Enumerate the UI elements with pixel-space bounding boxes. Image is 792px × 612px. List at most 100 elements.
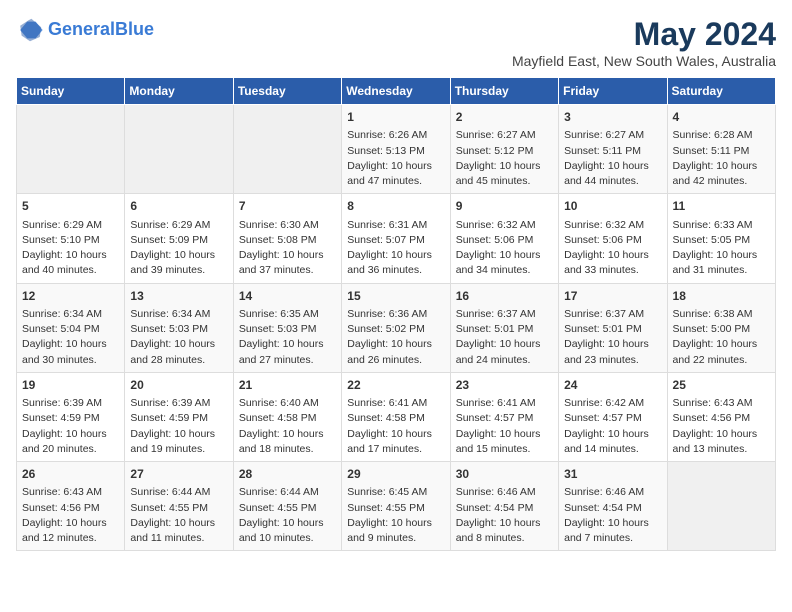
day-number: 1 [347,109,444,126]
calendar-cell: 23 Sunrise: 6:41 AM Sunset: 4:57 PM Dayli… [450,372,558,461]
cell-content: Sunrise: 6:44 AM Sunset: 4:55 PM Dayligh… [130,485,227,546]
cell-content: Sunrise: 6:34 AM Sunset: 5:03 PM Dayligh… [130,307,227,368]
calendar-cell: 25 Sunrise: 6:43 AM Sunset: 4:56 PM Dayli… [667,372,775,461]
calendar-cell: 21 Sunrise: 6:40 AM Sunset: 4:58 PM Dayli… [233,372,341,461]
calendar-cell: 16Sunrise: 6:37 AM Sunset: 5:01 PM Dayli… [450,283,558,372]
calendar-cell: 19Sunrise: 6:39 AM Sunset: 4:59 PM Dayli… [17,372,125,461]
calendar-cell: 8 Sunrise: 6:31 AM Sunset: 5:07 PM Daylig… [342,194,450,283]
day-number: 27 [130,466,227,483]
cell-content: Sunrise: 6:46 AM Sunset: 4:54 PM Dayligh… [564,485,661,546]
day-number: 11 [673,198,770,215]
calendar-cell: 2 Sunrise: 6:27 AM Sunset: 5:12 PM Daylig… [450,105,558,194]
calendar-cell: 26 Sunrise: 6:43 AM Sunset: 4:56 PM Dayli… [17,462,125,551]
day-number: 15 [347,288,444,305]
calendar-cell: 31Sunrise: 6:46 AM Sunset: 4:54 PM Dayli… [559,462,667,551]
cell-content: Sunrise: 6:38 AM Sunset: 5:00 PM Dayligh… [673,307,770,368]
cell-content: Sunrise: 6:35 AM Sunset: 5:03 PM Dayligh… [239,307,336,368]
calendar-cell: 9 Sunrise: 6:32 AM Sunset: 5:06 PM Daylig… [450,194,558,283]
day-number: 2 [456,109,553,126]
calendar-cell: 20 Sunrise: 6:39 AM Sunset: 4:59 PM Dayli… [125,372,233,461]
header: GeneralBlue May 2024 Mayfield East, New … [16,16,776,69]
cell-content: Sunrise: 6:32 AM Sunset: 5:06 PM Dayligh… [564,218,661,279]
cell-content: Sunrise: 6:31 AM Sunset: 5:07 PM Dayligh… [347,218,444,279]
day-number: 6 [130,198,227,215]
day-number: 5 [22,198,119,215]
day-number: 29 [347,466,444,483]
cell-content: Sunrise: 6:27 AM Sunset: 5:11 PM Dayligh… [564,128,661,189]
day-number: 18 [673,288,770,305]
cell-content: Sunrise: 6:41 AM Sunset: 4:58 PM Dayligh… [347,396,444,457]
calendar-title: May 2024 [512,16,776,53]
col-header-monday: Monday [125,78,233,105]
day-number: 12 [22,288,119,305]
col-header-thursday: Thursday [450,78,558,105]
day-number: 20 [130,377,227,394]
calendar-cell: 29 Sunrise: 6:45 AM Sunset: 4:55 PM Dayli… [342,462,450,551]
calendar-cell: 15 Sunrise: 6:36 AM Sunset: 5:02 PM Dayli… [342,283,450,372]
cell-content: Sunrise: 6:36 AM Sunset: 5:02 PM Dayligh… [347,307,444,368]
day-number: 16 [456,288,553,305]
calendar-cell: 14 Sunrise: 6:35 AM Sunset: 5:03 PM Dayli… [233,283,341,372]
day-number: 23 [456,377,553,394]
calendar-cell: 27 Sunrise: 6:44 AM Sunset: 4:55 PM Dayli… [125,462,233,551]
cell-content: Sunrise: 6:26 AM Sunset: 5:13 PM Dayligh… [347,128,444,189]
day-number: 14 [239,288,336,305]
week-row-1: 1 Sunrise: 6:26 AM Sunset: 5:13 PM Daylig… [17,105,776,194]
col-header-tuesday: Tuesday [233,78,341,105]
week-row-2: 5Sunrise: 6:29 AM Sunset: 5:10 PM Daylig… [17,194,776,283]
cell-content: Sunrise: 6:42 AM Sunset: 4:57 PM Dayligh… [564,396,661,457]
cell-content: Sunrise: 6:46 AM Sunset: 4:54 PM Dayligh… [456,485,553,546]
calendar-cell: 3 Sunrise: 6:27 AM Sunset: 5:11 PM Daylig… [559,105,667,194]
cell-content: Sunrise: 6:33 AM Sunset: 5:05 PM Dayligh… [673,218,770,279]
calendar-table: SundayMondayTuesdayWednesdayThursdayFrid… [16,77,776,551]
day-number: 25 [673,377,770,394]
calendar-cell: 12Sunrise: 6:34 AM Sunset: 5:04 PM Dayli… [17,283,125,372]
day-number: 30 [456,466,553,483]
col-header-wednesday: Wednesday [342,78,450,105]
cell-content: Sunrise: 6:43 AM Sunset: 4:56 PM Dayligh… [22,485,119,546]
cell-content: Sunrise: 6:32 AM Sunset: 5:06 PM Dayligh… [456,218,553,279]
calendar-cell: 10Sunrise: 6:32 AM Sunset: 5:06 PM Dayli… [559,194,667,283]
calendar-cell: 11 Sunrise: 6:33 AM Sunset: 5:05 PM Dayli… [667,194,775,283]
day-number: 7 [239,198,336,215]
cell-content: Sunrise: 6:44 AM Sunset: 4:55 PM Dayligh… [239,485,336,546]
calendar-cell: 1 Sunrise: 6:26 AM Sunset: 5:13 PM Daylig… [342,105,450,194]
logo-line1: General [48,19,115,39]
day-number: 4 [673,109,770,126]
cell-content: Sunrise: 6:39 AM Sunset: 4:59 PM Dayligh… [130,396,227,457]
cell-content: Sunrise: 6:29 AM Sunset: 5:09 PM Dayligh… [130,218,227,279]
day-number: 9 [456,198,553,215]
cell-content: Sunrise: 6:43 AM Sunset: 4:56 PM Dayligh… [673,396,770,457]
calendar-cell [233,105,341,194]
cell-content: Sunrise: 6:41 AM Sunset: 4:57 PM Dayligh… [456,396,553,457]
calendar-cell: 4Sunrise: 6:28 AM Sunset: 5:11 PM Daylig… [667,105,775,194]
day-number: 22 [347,377,444,394]
cell-content: Sunrise: 6:30 AM Sunset: 5:08 PM Dayligh… [239,218,336,279]
calendar-cell [667,462,775,551]
cell-content: Sunrise: 6:27 AM Sunset: 5:12 PM Dayligh… [456,128,553,189]
day-number: 3 [564,109,661,126]
calendar-cell: 6 Sunrise: 6:29 AM Sunset: 5:09 PM Daylig… [125,194,233,283]
calendar-cell: 13 Sunrise: 6:34 AM Sunset: 5:03 PM Dayli… [125,283,233,372]
calendar-header-row: SundayMondayTuesdayWednesdayThursdayFrid… [17,78,776,105]
day-number: 26 [22,466,119,483]
week-row-3: 12Sunrise: 6:34 AM Sunset: 5:04 PM Dayli… [17,283,776,372]
logo-line2: Blue [115,19,154,39]
logo-text: GeneralBlue [48,20,154,40]
day-number: 13 [130,288,227,305]
day-number: 28 [239,466,336,483]
week-row-4: 19Sunrise: 6:39 AM Sunset: 4:59 PM Dayli… [17,372,776,461]
cell-content: Sunrise: 6:40 AM Sunset: 4:58 PM Dayligh… [239,396,336,457]
cell-content: Sunrise: 6:45 AM Sunset: 4:55 PM Dayligh… [347,485,444,546]
week-row-5: 26 Sunrise: 6:43 AM Sunset: 4:56 PM Dayli… [17,462,776,551]
col-header-friday: Friday [559,78,667,105]
calendar-cell: 7 Sunrise: 6:30 AM Sunset: 5:08 PM Daylig… [233,194,341,283]
day-number: 8 [347,198,444,215]
day-number: 21 [239,377,336,394]
title-area: May 2024 Mayfield East, New South Wales,… [512,16,776,69]
logo-area: GeneralBlue [16,16,154,44]
cell-content: Sunrise: 6:39 AM Sunset: 4:59 PM Dayligh… [22,396,119,457]
col-header-sunday: Sunday [17,78,125,105]
logo-icon [16,16,44,44]
day-number: 17 [564,288,661,305]
